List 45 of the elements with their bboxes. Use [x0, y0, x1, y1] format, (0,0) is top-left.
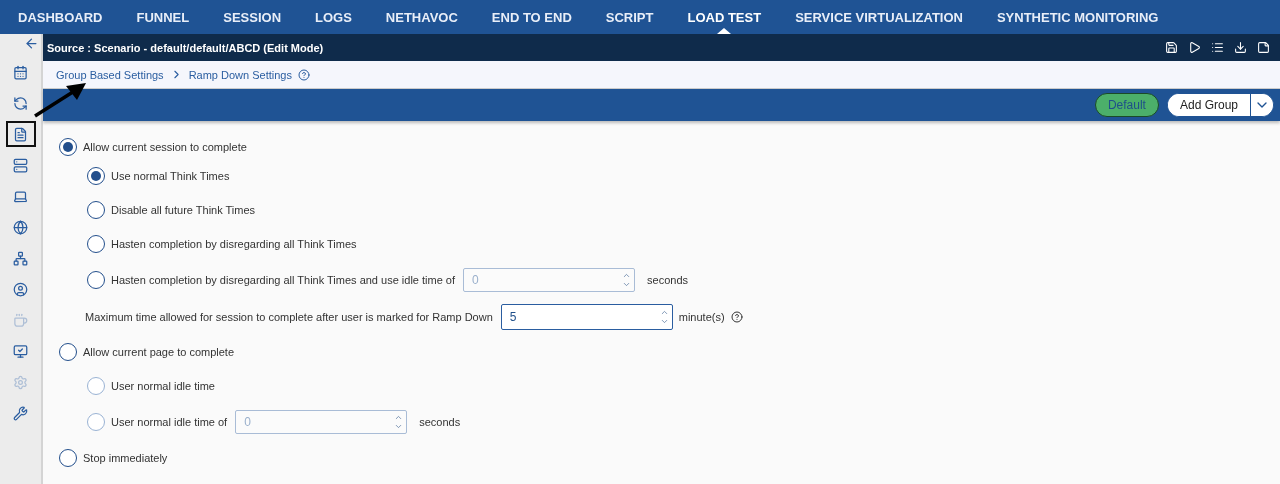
option-label: Hasten completion by disregarding all Think Times	[111, 238, 357, 250]
note-icon[interactable]	[1257, 41, 1270, 54]
option-label: Stop immediately	[83, 452, 168, 464]
radio-button[interactable]	[87, 271, 105, 289]
download-icon[interactable]	[1234, 41, 1247, 54]
nav-tab[interactable]: DASHBOARD	[18, 0, 103, 34]
radio-button[interactable]	[59, 449, 77, 467]
nav-tab[interactable]: SESSION	[223, 0, 281, 34]
breadcrumb-link[interactable]: Group Based Settings	[56, 68, 164, 81]
radio-button[interactable]	[59, 138, 77, 156]
option-label: Allow current session to complete	[83, 141, 247, 153]
option-label: Disable all future Think Times	[111, 204, 256, 216]
nav-tab[interactable]: SCRIPT	[605, 0, 654, 34]
option-label: User normal idle time of	[111, 416, 228, 428]
annotation-arrow	[32, 80, 88, 120]
option-label: Allow current page to complete	[83, 346, 235, 358]
nav-tab[interactable]: SERVICE VIRTUALIZATION	[795, 0, 963, 34]
add-group-button[interactable]: Add Group	[1167, 94, 1251, 116]
radio-button[interactable]	[87, 235, 105, 253]
unit-label: seconds	[419, 416, 461, 428]
nav-tab[interactable]: FUNNEL	[136, 0, 190, 34]
radio-button[interactable]	[87, 201, 105, 219]
unit-label: minute(s)	[678, 311, 725, 323]
source-title: Source : Scenario - default/default/ABCD (Edit Mode)	[47, 41, 324, 54]
nav-tab[interactable]: NETHAVOC	[385, 0, 458, 34]
nav-tab[interactable]: END TO END	[491, 0, 572, 34]
option-label: Hasten completion by disregarding all Think Times and use idle time of	[111, 274, 456, 286]
number-field[interactable]: 5	[500, 304, 673, 330]
radio-button[interactable]	[87, 167, 105, 185]
help-icon[interactable]	[297, 68, 310, 81]
sidebar-item[interactable]	[5, 121, 36, 147]
save-icon[interactable]	[1165, 41, 1178, 54]
limit-label: Maximum time allowed for session to complete after user is marked for Ramp Down	[85, 311, 493, 323]
nav-tab[interactable]: SYNTHETIC MONITORING	[996, 0, 1159, 34]
back-arrow-icon[interactable]	[24, 36, 39, 51]
radio-button[interactable]	[59, 343, 77, 361]
list-icon[interactable]	[1211, 41, 1224, 54]
help-icon[interactable]	[730, 311, 743, 323]
unit-label: seconds	[647, 274, 688, 286]
play-icon[interactable]	[1188, 41, 1201, 54]
breadcrumb-link[interactable]: Ramp Down Settings	[188, 68, 292, 81]
option-label: User normal idle time	[111, 380, 215, 392]
nav-tab[interactable]: LOAD TEST	[687, 0, 762, 34]
option-label: Use normal Think Times	[111, 170, 230, 182]
nav-tab[interactable]: LOGS	[315, 0, 352, 34]
